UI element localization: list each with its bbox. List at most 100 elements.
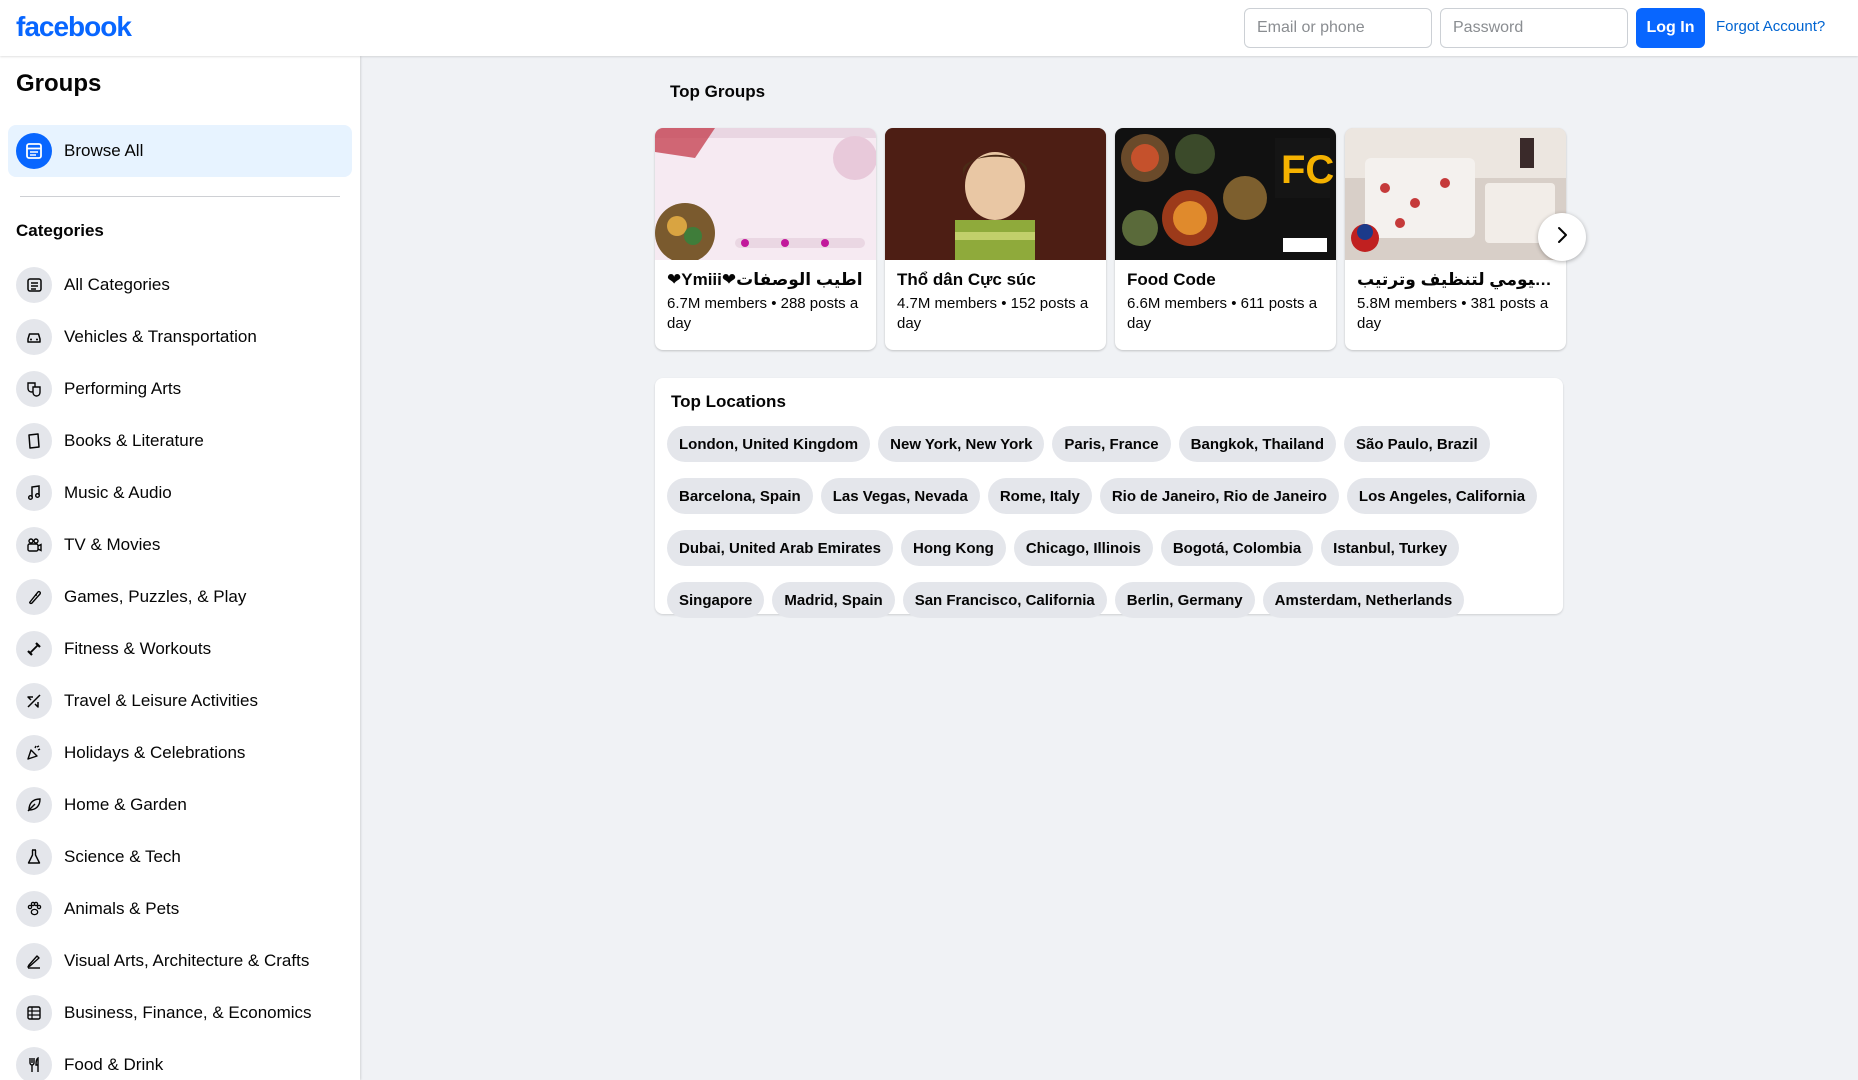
category-books[interactable]: Books & Literature [0,415,360,467]
svg-text:FC: FC [1281,148,1334,192]
category-business[interactable]: Business, Finance, & Economics [0,987,360,1039]
category-home-garden[interactable]: Home & Garden [0,779,360,831]
group-card[interactable]: الروتين اليومي لتنظيف وترتيب 5.8M member… [1345,128,1566,350]
category-tv-movies[interactable]: TV & Movies [0,519,360,571]
party-icon [16,735,52,771]
paw-icon [16,891,52,927]
location-chip[interactable]: London, United Kingdom [667,426,871,462]
category-fitness[interactable]: Fitness & Workouts [0,623,360,675]
airplane-icon [16,683,52,719]
category-label: Games, Puzzles, & Play [64,587,247,606]
category-all-categories[interactable]: All Categories [0,259,360,311]
category-label: Fitness & Workouts [64,639,212,658]
location-chip[interactable]: New York, New York [878,426,1045,462]
location-chip[interactable]: Las Vegas, Nevada [820,478,980,514]
location-chip[interactable]: Bogotá, Colombia [1160,530,1314,566]
sidebar-divider [20,196,340,197]
location-chip[interactable]: Madrid, Spain [772,582,895,618]
browse-icon [16,133,52,169]
top-locations-heading: Top Locations [671,392,786,411]
category-animals-pets[interactable]: Animals & Pets [0,883,360,935]
category-label: Music & Audio [64,483,172,502]
location-chip[interactable]: San Francisco, California [902,582,1107,618]
category-label: Books & Literature [64,431,204,450]
forgot-account-link[interactable]: Forgot Account? [1716,18,1825,35]
dumbbell-icon [16,631,52,667]
group-card[interactable]: Thổ dân Cực súc 4.7M members • 152 posts… [885,128,1106,350]
category-performing-arts[interactable]: Performing Arts [0,363,360,415]
utensils-icon [16,1047,52,1080]
location-chip[interactable]: Rio de Janeiro, Rio de Janeiro [1099,478,1339,514]
email-input[interactable] [1244,8,1432,48]
car-icon [16,319,52,355]
category-food-drink[interactable]: Food & Drink [0,1039,360,1080]
location-chip[interactable]: Berlin, Germany [1114,582,1255,618]
category-label: Travel & Leisure Activities [64,691,258,710]
book-icon [16,423,52,459]
group-name: Thổ dân Cực súc [897,270,1036,289]
location-chip[interactable]: Singapore [667,582,765,618]
category-label: Performing Arts [64,379,182,398]
browse-all-item[interactable]: Browse All [8,125,352,177]
sidebar: Groups Browse All Categories All Categor… [0,56,360,1080]
carousel-next-button[interactable] [1538,213,1586,261]
location-chip-list: London, United Kingdom New York, New Yor… [667,426,1557,618]
location-chip[interactable]: Istanbul, Turkey [1321,530,1460,566]
list-icon [16,267,52,303]
password-input[interactable] [1440,8,1628,48]
group-name: ❤Ymiii❤اطيب الوصفات [667,270,863,289]
category-holidays[interactable]: Holidays & Celebrations [0,727,360,779]
facebook-logo[interactable]: facebook [16,11,132,43]
category-vehicles[interactable]: Vehicles & Transportation [0,311,360,363]
group-cover-image: FC [1115,128,1336,260]
top-navbar: facebook Log In Forgot Account? [0,0,1858,56]
category-label: Vehicles & Transportation [64,327,257,346]
group-meta: 4.7M members • 152 posts a day [897,295,1089,332]
category-label: Animals & Pets [64,899,180,918]
category-label: Science & Tech [64,847,181,866]
ledger-icon [16,995,52,1031]
leaf-icon [16,787,52,823]
location-chip[interactable]: Amsterdam, Netherlands [1262,582,1465,618]
location-chip[interactable]: Dubai, United Arab Emirates [667,530,893,566]
theater-masks-icon [16,371,52,407]
flask-icon [16,839,52,875]
video-camera-icon [16,527,52,563]
login-button[interactable]: Log In [1636,8,1705,48]
group-cover-image [655,128,876,260]
group-card[interactable]: FC Food Code 6.6M members • 611 posts a … [1115,128,1336,350]
group-card[interactable]: ❤Ymiii❤اطيب الوصفات 6.7M members • 288 p… [655,128,876,350]
category-label: All Categories [64,275,170,294]
category-games[interactable]: Games, Puzzles, & Play [0,571,360,623]
music-note-icon [16,475,52,511]
location-chip[interactable]: Los Angeles, California [1346,478,1538,514]
location-chip[interactable]: Rome, Italy [987,478,1092,514]
category-label: Home & Garden [64,795,187,814]
location-chip[interactable]: Barcelona, Spain [667,478,813,514]
location-chip[interactable]: Paris, France [1052,426,1171,462]
category-music[interactable]: Music & Audio [0,467,360,519]
category-travel[interactable]: Travel & Leisure Activities [0,675,360,727]
group-meta: 5.8M members • 381 posts a day [1357,295,1549,332]
category-label: Food & Drink [64,1055,164,1074]
location-chip[interactable]: São Paulo, Brazil [1344,426,1490,462]
category-visual-arts[interactable]: Visual Arts, Architecture & Crafts [0,935,360,987]
chevron-right-icon [1552,225,1572,250]
group-cover-image [1345,128,1566,260]
location-chip[interactable]: Hong Kong [901,530,1006,566]
category-label: TV & Movies [64,535,161,554]
category-label: Holidays & Celebrations [64,743,246,762]
pen-icon [16,943,52,979]
category-science-tech[interactable]: Science & Tech [0,831,360,883]
game-controller-icon [16,579,52,615]
top-locations-panel: Top Locations London, United Kingdom New… [655,378,1563,618]
group-meta: 6.6M members • 611 posts a day [1127,295,1318,332]
sidebar-title: Groups [16,70,102,97]
top-groups-carousel: ❤Ymiii❤اطيب الوصفات 6.7M members • 288 p… [655,128,1566,350]
top-groups-heading: Top Groups [670,82,766,101]
category-label: Visual Arts, Architecture & Crafts [64,951,310,970]
categories-heading: Categories [16,221,104,240]
group-meta: 6.7M members • 288 posts a day [667,295,859,332]
location-chip[interactable]: Chicago, Illinois [1013,530,1153,566]
location-chip[interactable]: Bangkok, Thailand [1178,426,1336,462]
